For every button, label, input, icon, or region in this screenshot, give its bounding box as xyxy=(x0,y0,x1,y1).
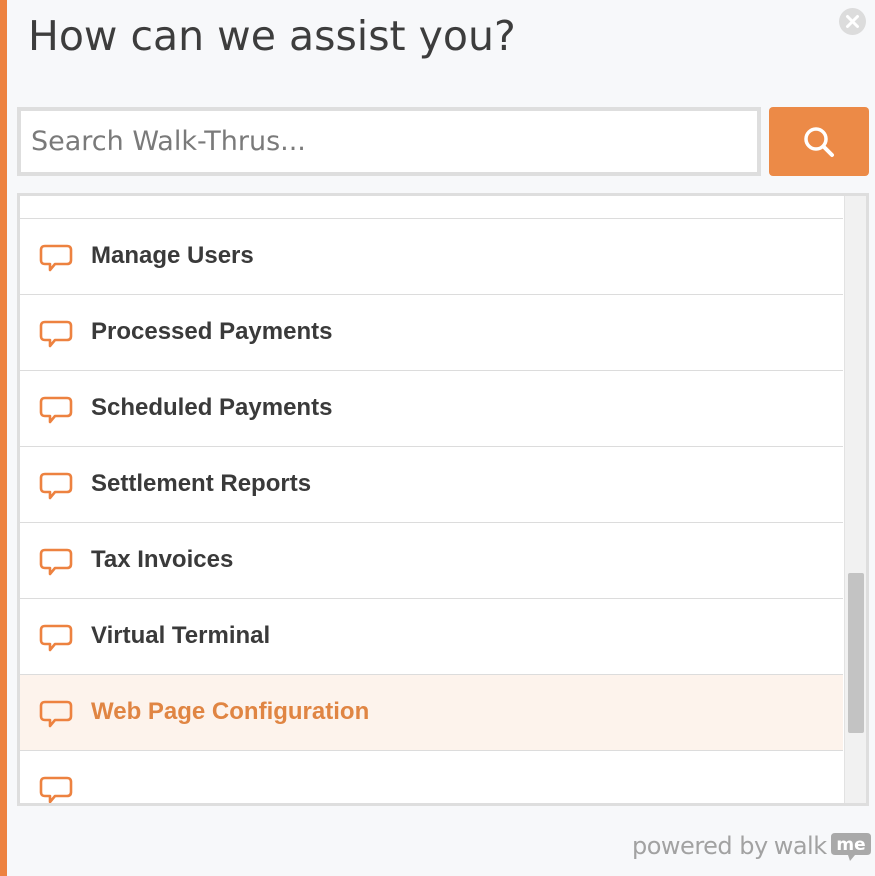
walkthru-item[interactable] xyxy=(20,751,843,803)
search-input[interactable] xyxy=(21,111,757,172)
close-button[interactable] xyxy=(839,8,866,35)
walkthru-item[interactable]: Virtual Terminal xyxy=(20,599,843,675)
walkme-logo-icon: me xyxy=(829,831,873,861)
walkthru-item[interactable]: Loaded Payments xyxy=(20,193,843,219)
walkthru-item[interactable]: Settlement Reports xyxy=(20,447,843,523)
close-icon xyxy=(846,15,859,28)
panel-title: How can we assist you? xyxy=(28,12,516,60)
accent-bar xyxy=(0,0,7,876)
search-icon xyxy=(804,126,834,157)
search-box xyxy=(17,107,761,176)
walkthru-item-label: Settlement Reports xyxy=(91,470,312,497)
speech-bubble-icon xyxy=(39,244,73,272)
scrollbar[interactable] xyxy=(844,196,866,803)
walkthru-list: Loaded Payments Manage Users Processed Pay… xyxy=(17,193,869,806)
speech-bubble-icon xyxy=(39,320,73,348)
walkthru-item-label: Virtual Terminal xyxy=(91,622,271,649)
speech-bubble-icon xyxy=(39,396,73,424)
brand-walk-text: walk xyxy=(773,832,827,860)
walkthru-item[interactable]: Processed Payments xyxy=(20,295,843,371)
walkthru-item-label: Manage Users xyxy=(91,242,254,269)
walkthru-item-label: Tax Invoices xyxy=(91,546,234,573)
walkthru-item-label: Processed Payments xyxy=(91,318,333,345)
brand-me-text: me xyxy=(836,835,865,855)
search-button[interactable] xyxy=(769,107,869,176)
speech-bubble-icon xyxy=(39,624,73,652)
walkthru-item[interactable]: Scheduled Payments xyxy=(20,371,843,447)
walkthru-item[interactable]: Manage Users xyxy=(20,219,843,295)
speech-bubble-icon xyxy=(39,776,73,803)
speech-bubble-icon xyxy=(39,193,73,198)
powered-by-footer[interactable]: powered by walk me xyxy=(632,828,873,864)
powered-by-text: powered by xyxy=(632,832,768,860)
walkthru-item-label: Web Page Configuration xyxy=(91,698,370,725)
walkthru-item-label: Loaded Payments xyxy=(91,193,296,194)
walkthru-item[interactable]: Web Page Configuration xyxy=(20,675,843,751)
speech-bubble-icon xyxy=(39,700,73,728)
walkthru-list-items: Loaded Payments Manage Users Processed Pay… xyxy=(20,193,843,803)
scrollbar-thumb[interactable] xyxy=(848,573,864,733)
speech-bubble-icon xyxy=(39,548,73,576)
speech-bubble-icon xyxy=(39,472,73,500)
walkthru-item-label: Scheduled Payments xyxy=(91,394,333,421)
walkthru-item[interactable]: Tax Invoices xyxy=(20,523,843,599)
